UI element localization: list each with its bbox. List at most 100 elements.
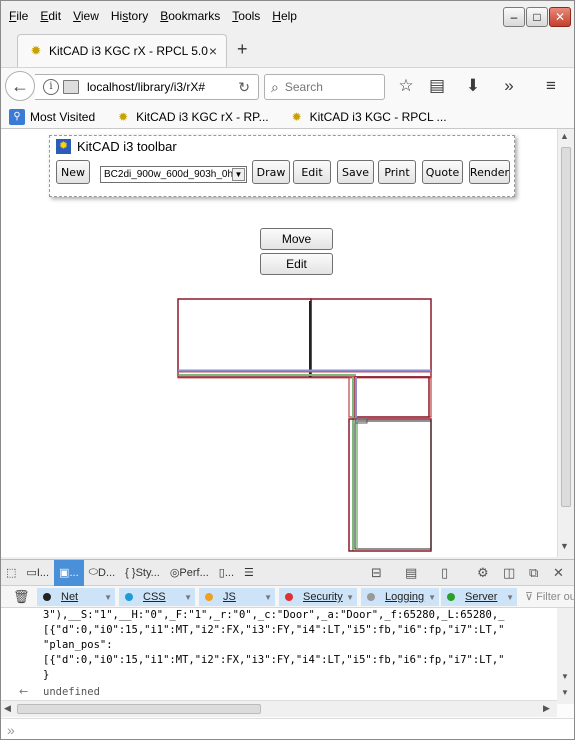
corner-cabinet-outline[interactable] [348, 376, 432, 418]
page-icon [63, 80, 79, 94]
chevron-down-icon: ▼ [346, 592, 354, 602]
overflow-icon[interactable]: » [498, 76, 520, 96]
js-dot-icon [205, 593, 213, 601]
inspector-pick-icon[interactable]: ⬚ [1, 560, 21, 586]
corner-cabinet-inner [354, 376, 430, 418]
tab-inspector[interactable]: ▭ I... [21, 560, 54, 586]
tab-style-editor[interactable]: { } Sty... [120, 560, 165, 586]
cabinet-outline-right[interactable] [310, 298, 432, 378]
reload-icon[interactable]: ↻ [238, 79, 250, 96]
info-icon[interactable]: i [43, 79, 59, 95]
url-bar[interactable]: i localhost/library/i3/rX# ↻ [35, 74, 259, 100]
tab-performance[interactable]: ◎ Perf... [165, 560, 214, 586]
tab-label: I... [36, 566, 50, 579]
tab-memory[interactable]: ▯ ... [214, 560, 239, 586]
scroll-down-icon[interactable]: ▼ [561, 672, 569, 681]
cabinet-outline-left[interactable] [177, 298, 312, 378]
server-dot-icon [447, 593, 455, 601]
scroll-down-icon[interactable]: ▼ [560, 541, 569, 551]
trash-icon[interactable]: 🗑 [13, 589, 30, 605]
menu-history[interactable]: History [105, 1, 154, 31]
menu-bookmarks[interactable]: Bookmarks [154, 1, 226, 31]
chevron-down-icon: ▼ [428, 592, 436, 602]
bookmark-most-visited[interactable]: ⚲ Most Visited [9, 108, 96, 125]
hamburger-icon[interactable]: ≡ [540, 76, 562, 96]
result-arrow-icon: ← [19, 685, 29, 698]
inspector-icon: ▭ [26, 567, 37, 579]
tab-label: ... [69, 566, 79, 579]
console-prompt: » [7, 722, 15, 738]
bookmark-label: KitCAD i3 KGC rX - RP... [136, 109, 269, 124]
tab-close-icon[interactable]: × [209, 43, 217, 59]
bookmark-kitcad-rx[interactable]: ✹ KitCAD i3 KGC rX - RP... [115, 109, 269, 125]
bookmarks-bar: ⚲ Most Visited ✹ KitCAD i3 KGC rX - RP..… [1, 105, 574, 129]
debugger-icon: ⬭ [88, 566, 99, 578]
kitcad-gear-icon: ✹ [118, 109, 129, 124]
scrollbar-thumb[interactable] [561, 147, 571, 507]
chevron-down-icon: ▼ [184, 592, 192, 602]
console-input[interactable]: » [1, 718, 574, 739]
devtools-tab-bar: ⬚ ▭ I... ▣ ... ⬭ D... { } Sty... ◎ Perf.… [1, 559, 574, 586]
filter-net[interactable]: Net ▼ [37, 588, 115, 606]
chevron-down-icon: ▼ [506, 592, 514, 602]
scroll-up-icon[interactable]: ▲ [560, 131, 569, 141]
responsive-design-icon[interactable]: ▤ [405, 565, 417, 581]
filter-output-input[interactable]: ⊽ Filter output [525, 590, 574, 603]
new-tab-button[interactable]: + [237, 39, 248, 60]
console-line: [{"d":0,"i0":15,"i1":MT,"i2":FX,"i3":FY,… [43, 654, 505, 666]
console-hscrollbar[interactable]: ◀ ▶ [1, 700, 557, 717]
back-button[interactable]: ← [5, 71, 35, 101]
screenshot-icon[interactable]: ▯ [441, 565, 448, 581]
floor-plan-canvas[interactable] [1, 129, 557, 557]
nav-bar: ← i localhost/library/i3/rX# ↻ ⌕ Search … [1, 67, 574, 105]
tab-debugger[interactable]: ⬭ D... [84, 560, 121, 586]
close-window-button[interactable]: ✕ [549, 7, 571, 27]
filter-server[interactable]: Server ▼ [441, 588, 517, 606]
tab-kitcad[interactable]: ✹ KitCAD i3 KGC rX - RPCL 5.0 × [17, 34, 227, 67]
filter-funnel-icon: ⊽ [525, 591, 537, 603]
menu-file[interactable]: File [3, 1, 34, 31]
console-scrollbar[interactable]: ▼ ▼ [557, 608, 574, 704]
bookmark-label: KitCAD i3 KGC - RPCL ... [309, 109, 447, 124]
minimize-button[interactable]: – [503, 7, 525, 27]
kitcad-gear-icon: ✹ [30, 43, 42, 58]
maximize-button[interactable]: □ [526, 7, 548, 27]
settings-gear-icon[interactable]: ⚙ [477, 565, 489, 581]
close-devtools-icon[interactable]: ✕ [553, 565, 564, 581]
filter-label: Server [465, 591, 498, 603]
chevron-down-icon: ▼ [104, 592, 112, 602]
scroll-left-icon[interactable]: ◀ [4, 703, 11, 714]
browser-window: File Edit View History Bookmarks Tools H… [0, 0, 575, 740]
dock-side-icon[interactable]: ◫ [503, 565, 515, 581]
star-icon[interactable]: ☆ [395, 76, 417, 96]
reading-list-icon[interactable]: ▤ [426, 76, 448, 96]
download-icon[interactable]: ⬇ [462, 76, 484, 96]
search-input[interactable]: ⌕ Search [264, 74, 385, 100]
menu-tools[interactable]: Tools [226, 1, 266, 31]
menu-help[interactable]: Help [266, 1, 303, 31]
filter-css[interactable]: CSS ▼ [119, 588, 195, 606]
filter-js[interactable]: JS ▼ [199, 588, 275, 606]
tab-network[interactable]: ☰ [239, 560, 259, 586]
scroll-right-icon[interactable]: ▶ [543, 703, 550, 714]
page-scrollbar[interactable]: ▲ ▼ [557, 129, 574, 557]
menu-view[interactable]: View [67, 1, 105, 31]
filter-label: CSS [143, 591, 166, 603]
split-console-icon[interactable]: ⊟ [371, 565, 382, 581]
hscrollbar-thumb[interactable] [17, 704, 261, 714]
tab-label: Perf... [179, 566, 209, 579]
scroll-down-icon[interactable]: ▼ [561, 688, 569, 697]
url-text[interactable]: localhost/library/i3/rX# [87, 80, 238, 94]
tab-label: D... [98, 566, 116, 579]
menu-edit[interactable]: Edit [34, 1, 67, 31]
filter-logging[interactable]: Logging ▼ [361, 588, 439, 606]
tall-cabinet-outline[interactable] [348, 418, 432, 552]
filter-security[interactable]: Security ▼ [279, 588, 357, 606]
console-line: 3"),__S:"1",__H:"0",_F:"1",_r:"0",_c:"Do… [43, 609, 505, 621]
bookmark-kitcad[interactable]: ✹ KitCAD i3 KGC - RPCL ... [289, 109, 447, 125]
chevron-down-icon: ▼ [264, 592, 272, 602]
tab-console[interactable]: ▣ ... [54, 559, 84, 586]
search-icon: ⌕ [271, 78, 279, 95]
undock-icon[interactable]: ⧉ [529, 565, 538, 581]
bookmark-label: Most Visited [30, 109, 96, 124]
